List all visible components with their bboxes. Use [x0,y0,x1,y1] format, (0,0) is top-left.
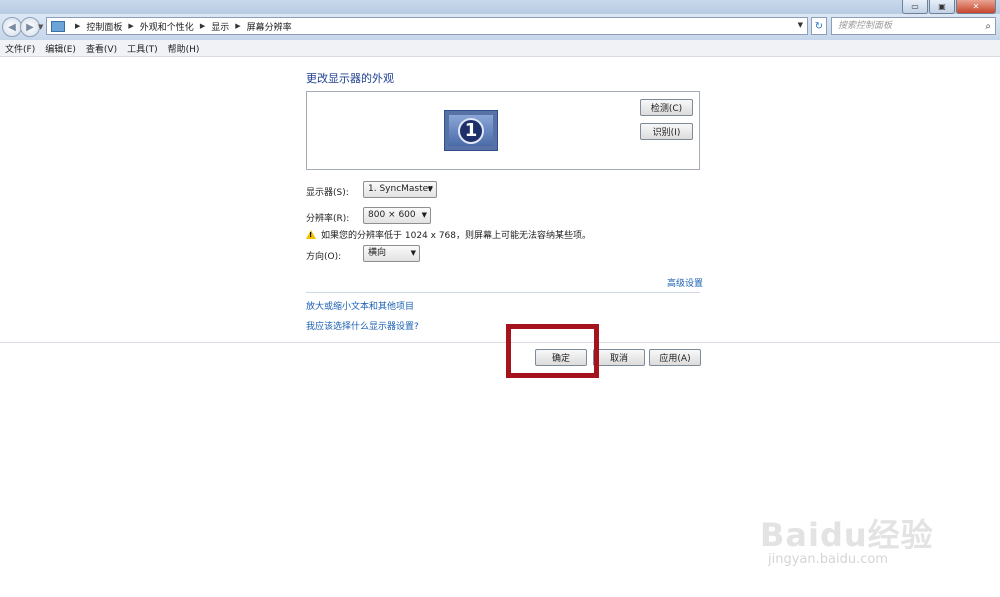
breadcrumb-arrow-icon[interactable]: ▶ [235,22,240,30]
resolution-warning: ! 如果您的分辨率低于 1024 x 768，则屏幕上可能无法容纳某些项。 [306,228,591,241]
search-icon[interactable]: ⌕ [985,19,991,35]
menu-view[interactable]: 查看(V) [86,42,117,55]
menu-edit[interactable]: 编辑(E) [45,42,76,55]
divider [306,292,700,293]
breadcrumb-appearance[interactable]: 外观和个性化 [140,20,194,33]
back-arrow-icon: ◀ [8,21,16,33]
orientation-select[interactable]: 横向 ▼ [363,245,420,262]
search-input[interactable]: 搜索控制面板 ⌕ [831,17,996,35]
breadcrumb-control-panel[interactable]: 控制面板 [86,20,122,33]
monitor-1-thumbnail[interactable]: 1 [444,110,498,151]
resolution-value: 800 × 600 [368,210,416,220]
breadcrumb-arrow-icon[interactable]: ▶ [75,22,80,30]
display-settings-help-link[interactable]: 我应该选择什么显示器设置? [306,319,419,332]
window-titlebar: ▭ ▣ ✕ [0,0,1000,14]
chevron-down-icon: ▼ [427,185,433,193]
monitor-number: 1 [458,117,484,144]
watermark-logo: Baidu经验 [760,516,934,554]
refresh-icon: ↻ [814,20,824,32]
menu-bar: 文件(F) 编辑(E) 查看(V) 工具(T) 帮助(H) [0,40,1000,57]
recent-pages-dropdown-icon[interactable]: ▼ [38,23,43,31]
forward-arrow-icon: ▶ [26,21,34,33]
display-label: 显示器(S): [306,188,349,198]
address-dropdown-icon[interactable]: ▼ [798,21,803,29]
breadcrumb: ▶ 控制面板 ▶ 外观和个性化 ▶ 显示 ▶ 屏幕分辨率 [69,20,292,33]
breadcrumb-display[interactable]: 显示 [211,20,229,33]
menu-tools[interactable]: 工具(T) [127,42,158,55]
display-value: 1. SyncMaster [368,184,432,194]
menu-help[interactable]: 帮助(H) [168,42,200,55]
detect-button[interactable]: 检测(C) [640,99,693,116]
identify-button[interactable]: 识别(I) [640,123,693,140]
orientation-label: 方向(O): [306,252,342,262]
breadcrumb-screen-resolution[interactable]: 屏幕分辨率 [247,20,292,33]
highlight-box [506,324,599,378]
breadcrumb-arrow-icon[interactable]: ▶ [128,22,133,30]
resolution-label: 分辨率(R): [306,214,350,224]
minimize-button[interactable]: ▭ [902,0,928,14]
enlarge-text-link[interactable]: 放大或缩小文本和其他项目 [306,299,414,312]
warning-text: 如果您的分辨率低于 1024 x 768，则屏幕上可能无法容纳某些项。 [321,231,591,241]
advanced-settings-link[interactable]: 高级设置 [667,276,703,289]
forward-button[interactable]: ▶ [20,17,40,37]
address-bar[interactable]: ▶ 控制面板 ▶ 外观和个性化 ▶ 显示 ▶ 屏幕分辨率 ▼ [46,17,808,35]
display-select[interactable]: 1. SyncMaster ▼ [363,181,437,198]
apply-button[interactable]: 应用(A) [649,349,701,366]
refresh-button[interactable]: ↻ [811,17,827,35]
resolution-select[interactable]: 800 × 600 ▼ [363,207,431,224]
monitor-preview-panel: 1 检测(C) 识别(I) [306,91,700,170]
warning-icon: ! [306,230,316,239]
control-panel-icon [51,20,65,32]
cancel-button[interactable]: 取消 [593,349,645,366]
back-button[interactable]: ◀ [2,17,22,37]
navigation-bar: ◀ ▶ ▼ ▶ 控制面板 ▶ 外观和个性化 ▶ 显示 ▶ 屏幕分辨率 ▼ ↻ 搜… [0,14,1000,40]
menu-file[interactable]: 文件(F) [5,42,35,55]
chevron-down-icon: ▼ [410,249,416,257]
chevron-down-icon: ▼ [421,211,427,219]
maximize-button[interactable]: ▣ [929,0,955,14]
footer-divider [0,342,1000,343]
page-title: 更改显示器的外观 [306,72,394,85]
monitor-screen: 1 [449,115,493,146]
watermark-url: jingyan.baidu.com [768,552,888,567]
breadcrumb-arrow-icon[interactable]: ▶ [200,22,205,30]
watermark: Baidu经验 jingyan.baidu.com [760,490,950,590]
search-placeholder: 搜索控制面板 [838,21,893,31]
orientation-value: 横向 [368,248,387,258]
window-controls: ▭ ▣ ✕ [901,0,996,14]
close-button[interactable]: ✕ [956,0,996,14]
